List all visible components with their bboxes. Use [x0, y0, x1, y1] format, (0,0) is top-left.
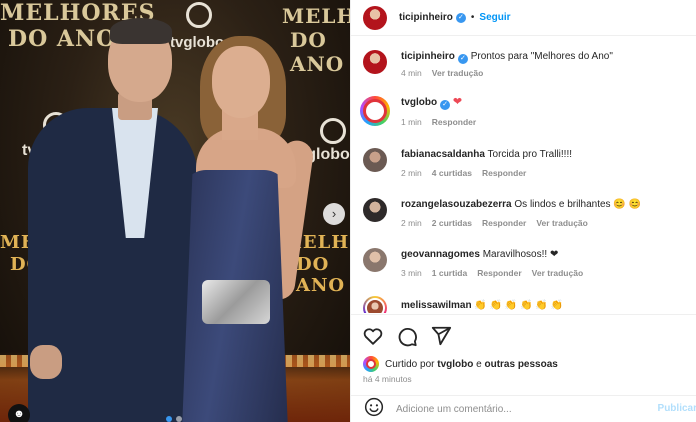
comment-username[interactable]: fabianacsaldanha	[401, 149, 485, 160]
comment-username[interactable]: tvglobo	[401, 97, 437, 108]
clutch-bag	[202, 280, 270, 324]
author-username[interactable]: ticipinheiro	[399, 12, 453, 23]
share-icon[interactable]	[430, 325, 452, 347]
comment-time: 2 min	[401, 168, 422, 178]
avatar[interactable]	[363, 248, 387, 272]
backdrop-text: MELHORES	[282, 4, 350, 28]
person-icon[interactable]: ☻	[8, 404, 30, 422]
reply-button[interactable]: Responder	[477, 268, 521, 278]
comments-list[interactable]: ticipinheiro ✓ Prontos para "Melhores do …	[351, 37, 696, 313]
post-photo[interactable]: MELHORES DO ANO tvglobo MELHORES DO ANO …	[0, 0, 350, 422]
comment-username[interactable]: rozangelasouzabezerra	[401, 199, 512, 210]
comment-username[interactable]: melissawilman	[401, 300, 472, 311]
avatar[interactable]	[363, 148, 387, 172]
avatar[interactable]	[363, 50, 387, 74]
list-item: geovannagomes Maravilhosos!! ❤ 3 min 1 cu…	[363, 248, 693, 278]
reply-button[interactable]: Responder	[432, 117, 476, 127]
translate-link[interactable]: Ver tradução	[532, 268, 584, 278]
comment-text: Os lindos e brilhantes 😊 😊	[514, 199, 642, 210]
backdrop-text: DO ANO	[8, 26, 117, 52]
likes-count[interactable]: 1 curtida	[432, 268, 467, 278]
heart-icon[interactable]	[362, 325, 384, 347]
comment-time: 4 min	[401, 68, 422, 78]
backdrop-text: DO ANO	[290, 28, 345, 76]
verified-icon: ✓	[455, 12, 466, 23]
list-item: rozangelasouzabezerra Os lindos e brilha…	[363, 198, 693, 228]
woman-head	[212, 46, 270, 118]
next-photo-button[interactable]: ›	[323, 203, 345, 225]
avatar[interactable]	[363, 198, 387, 222]
comment-username[interactable]: geovannagomes	[401, 249, 480, 260]
liked-by-user[interactable]: tvglobo	[437, 359, 473, 370]
post-header: ticipinheiro ✓ • Seguir	[351, 0, 696, 36]
comment-text: Maravilhosos!! ❤	[482, 249, 559, 260]
comment-time: 2 min	[401, 218, 422, 228]
man-hand	[30, 345, 62, 379]
list-item: ticipinheiro ✓ Prontos para "Melhores do …	[363, 50, 693, 78]
carousel-dot-active	[166, 416, 172, 422]
liked-by[interactable]: Curtido por tvglobo e outras pessoas	[363, 356, 558, 372]
post-timestamp: há 4 minutos	[363, 374, 412, 384]
comment-text: ❤	[452, 96, 463, 108]
likes-count[interactable]: 2 curtidas	[432, 218, 472, 228]
liked-by-prefix: Curtido por	[385, 358, 435, 370]
smiley-icon[interactable]	[364, 397, 384, 422]
avatar[interactable]	[363, 296, 387, 313]
translate-link[interactable]: Ver tradução	[536, 218, 588, 228]
comment-time: 1 min	[401, 117, 422, 127]
globo-logo-icon	[320, 118, 346, 144]
comment-text: 👏 👏 👏 👏 👏 👏	[474, 300, 563, 311]
list-item: tvglobo ✓ ❤ 1 min Responder	[360, 96, 693, 127]
carousel-dot	[176, 416, 182, 422]
liked-by-others[interactable]: outras pessoas	[484, 359, 557, 370]
globo-logo-icon	[186, 2, 212, 28]
reply-button[interactable]: Responder	[482, 168, 526, 178]
avatar	[363, 356, 379, 372]
comment-text: Prontos para "Melhores do Ano"	[470, 51, 613, 62]
translate-link[interactable]: Ver tradução	[432, 68, 484, 78]
comment-icon[interactable]	[396, 325, 418, 347]
follow-button[interactable]: Seguir	[479, 12, 510, 23]
backdrop-text: DO ANO	[296, 254, 346, 296]
comment-text: Torcida pro Tralli!!!!	[487, 149, 573, 160]
carousel-dots	[166, 416, 182, 422]
avatar[interactable]	[360, 96, 390, 126]
post-sidebar: ticipinheiro ✓ • Seguir ticipinheiro ✓ Pr…	[350, 0, 696, 422]
comment-time: 3 min	[401, 268, 422, 278]
add-comment-bar: Publicar	[351, 395, 696, 422]
list-item: fabianacsaldanha Torcida pro Tralli!!!! …	[363, 148, 693, 178]
man-hair	[110, 18, 172, 44]
reply-button[interactable]: Responder	[482, 218, 526, 228]
list-item: melissawilman 👏 👏 👏 👏 👏 👏	[363, 296, 693, 313]
post-actions	[351, 314, 696, 356]
verified-icon: ✓	[440, 100, 451, 110]
publish-button[interactable]: Publicar	[658, 403, 696, 414]
verified-icon: ✓	[457, 54, 468, 64]
likes-count[interactable]: 4 curtidas	[432, 168, 472, 178]
separator: •	[470, 12, 475, 23]
liked-by-conj: e	[476, 358, 482, 370]
comment-input[interactable]	[396, 403, 646, 415]
comment-username[interactable]: ticipinheiro	[401, 51, 455, 62]
avatar[interactable]	[363, 5, 387, 30]
